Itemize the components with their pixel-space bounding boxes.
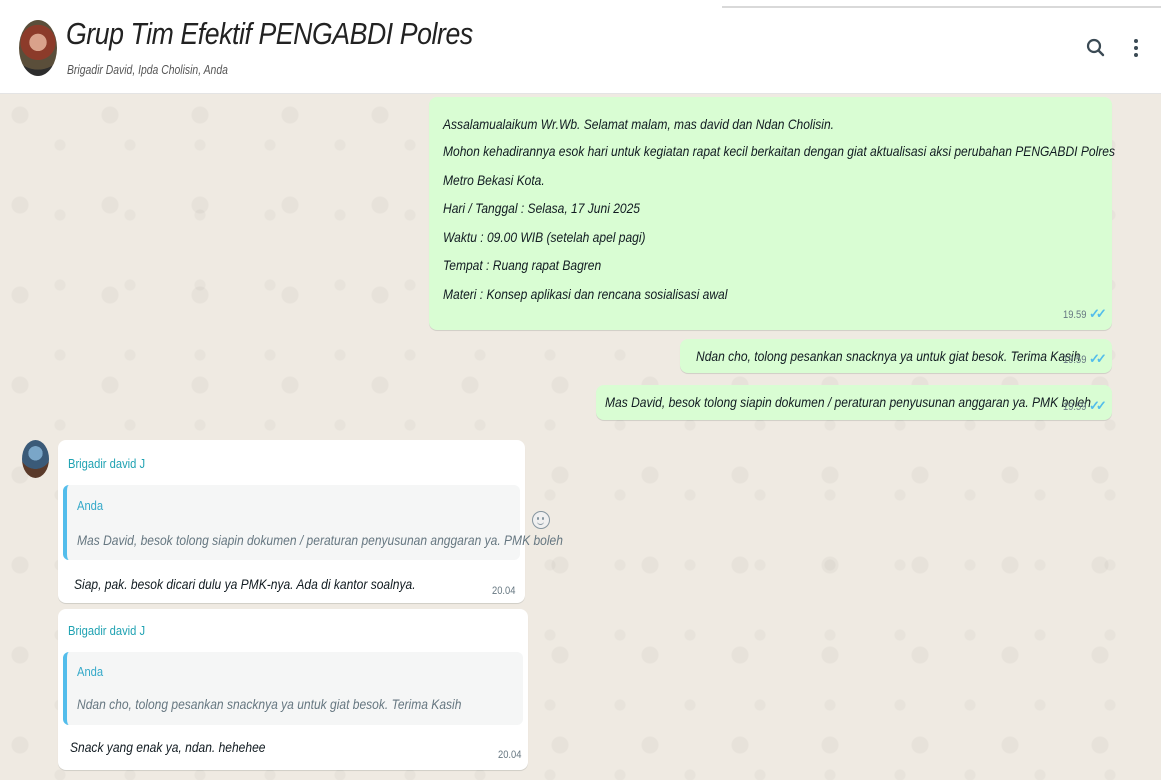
message-time: 20.04 xyxy=(498,749,522,761)
message-text: Siap, pak. besok dicari dulu ya PMK-nya.… xyxy=(74,576,416,592)
read-ticks-icon: ✓✓ xyxy=(1089,351,1107,366)
read-ticks-icon: ✓✓ xyxy=(1089,306,1107,321)
quote-text: Mas David, besok tolong siapin dokumen /… xyxy=(77,532,563,548)
message-time: 19.59 xyxy=(1063,401,1087,413)
message-time: 19.59 xyxy=(1063,354,1087,366)
message-line: Tempat : Ruang rapat Bagren xyxy=(443,257,602,273)
sender-avatar[interactable] xyxy=(22,440,49,478)
quoted-message[interactable]: Anda Mas David, besok tolong siapin doku… xyxy=(63,485,563,560)
quoted-message[interactable]: Anda Ndan cho, tolong pesankan snacknya … xyxy=(63,652,523,725)
message-time: 20.04 xyxy=(492,585,516,597)
message-line: Waktu : 09.00 WIB (setelah apel pagi) xyxy=(443,229,646,245)
message-line: Mohon kehadirannya esok hari untuk kegia… xyxy=(443,143,1115,159)
emoji-reaction-icon[interactable] xyxy=(532,511,550,529)
read-ticks-icon: ✓✓ xyxy=(1089,398,1107,413)
chat-area[interactable]: Assalamualaikum Wr.Wb. Selamat malam, ma… xyxy=(0,95,1161,780)
outgoing-message[interactable]: Mas David, besok tolong siapin dokumen /… xyxy=(596,385,1112,420)
message-line: Hari / Tanggal : Selasa, 17 Juni 2025 xyxy=(443,200,641,216)
incoming-message[interactable]: Brigadir david J Anda Ndan cho, tolong p… xyxy=(58,609,528,770)
search-icon[interactable] xyxy=(1084,36,1108,60)
emoji-mouth xyxy=(537,521,544,525)
menu-icon[interactable] xyxy=(1124,36,1148,60)
message-line: Metro Bekasi Kota. xyxy=(443,172,545,188)
header-divider xyxy=(722,6,1161,8)
outgoing-message[interactable]: Ndan cho, tolong pesankan snacknya ya un… xyxy=(680,339,1112,373)
group-avatar[interactable] xyxy=(19,20,57,76)
quote-author: Anda xyxy=(77,498,104,513)
message-text: Ndan cho, tolong pesankan snacknya ya un… xyxy=(696,348,1081,364)
chat-header: Grup Tim Efektif PENGABDI Polres Brigadi… xyxy=(0,0,1161,94)
quote-author: Anda xyxy=(77,664,104,679)
message-line: Materi : Konsep aplikasi dan rencana sos… xyxy=(443,286,728,302)
sender-name[interactable]: Brigadir david J xyxy=(68,456,145,471)
group-name[interactable]: Grup Tim Efektif PENGABDI Polres xyxy=(66,16,473,52)
message-time: 19.59 xyxy=(1063,309,1087,321)
incoming-message[interactable]: Brigadir david J Anda Mas David, besok t… xyxy=(58,440,563,603)
outgoing-message[interactable]: Assalamualaikum Wr.Wb. Selamat malam, ma… xyxy=(429,97,1115,330)
message-text: Mas David, besok tolong siapin dokumen /… xyxy=(605,394,1091,410)
sender-name[interactable]: Brigadir david J xyxy=(68,623,145,638)
message-text: Snack yang enak ya, ndan. hehehee xyxy=(70,739,266,755)
quote-text: Ndan cho, tolong pesankan snacknya ya un… xyxy=(77,696,462,712)
group-members[interactable]: Brigadir David, Ipda Cholisin, Anda xyxy=(67,62,228,77)
message-line: Assalamualaikum Wr.Wb. Selamat malam, ma… xyxy=(443,116,835,132)
